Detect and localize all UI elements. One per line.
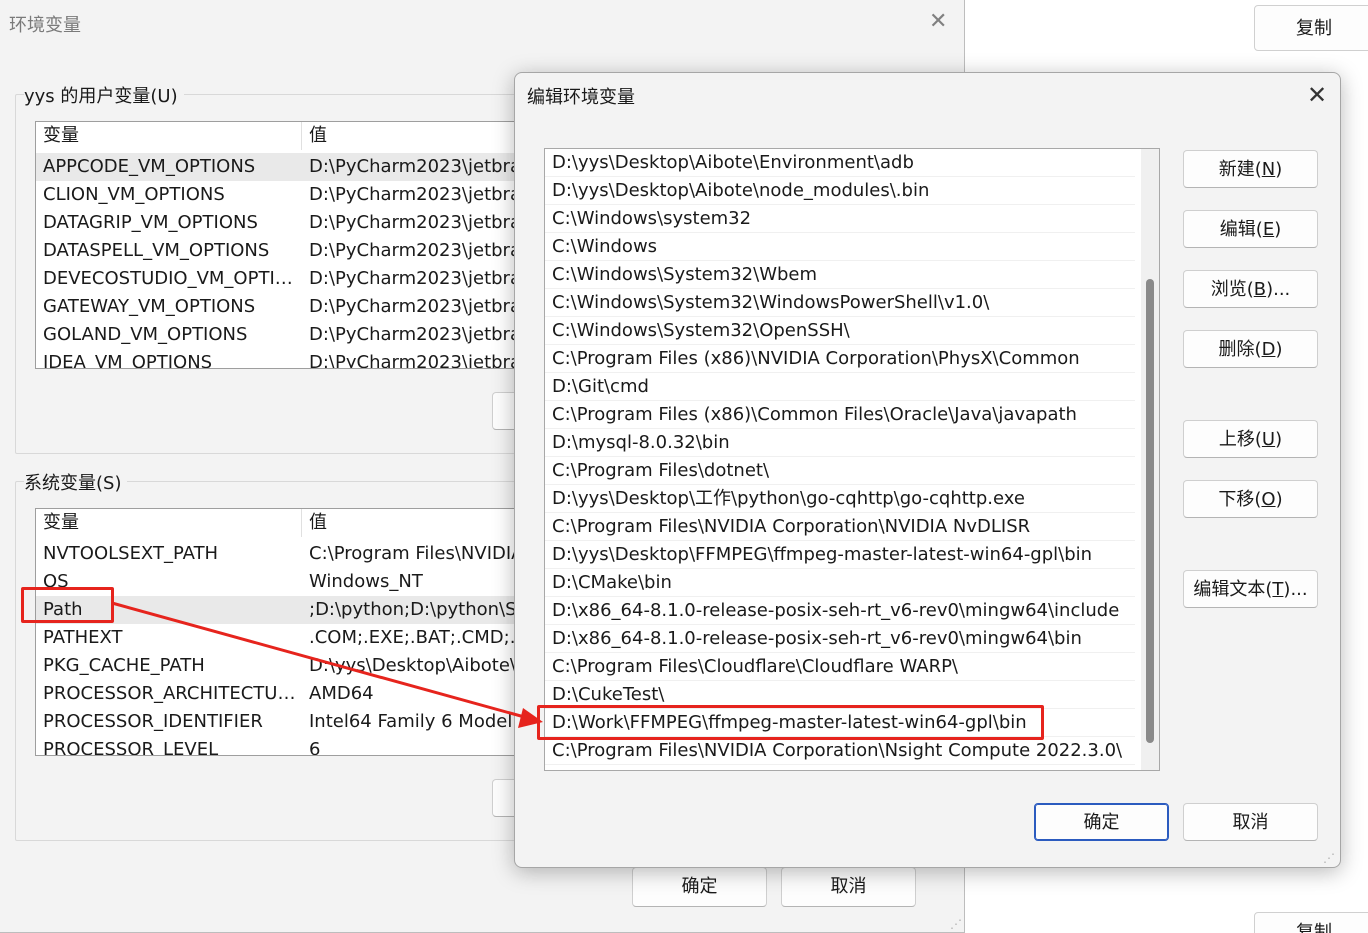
annotation-arrow [111, 601, 543, 728]
